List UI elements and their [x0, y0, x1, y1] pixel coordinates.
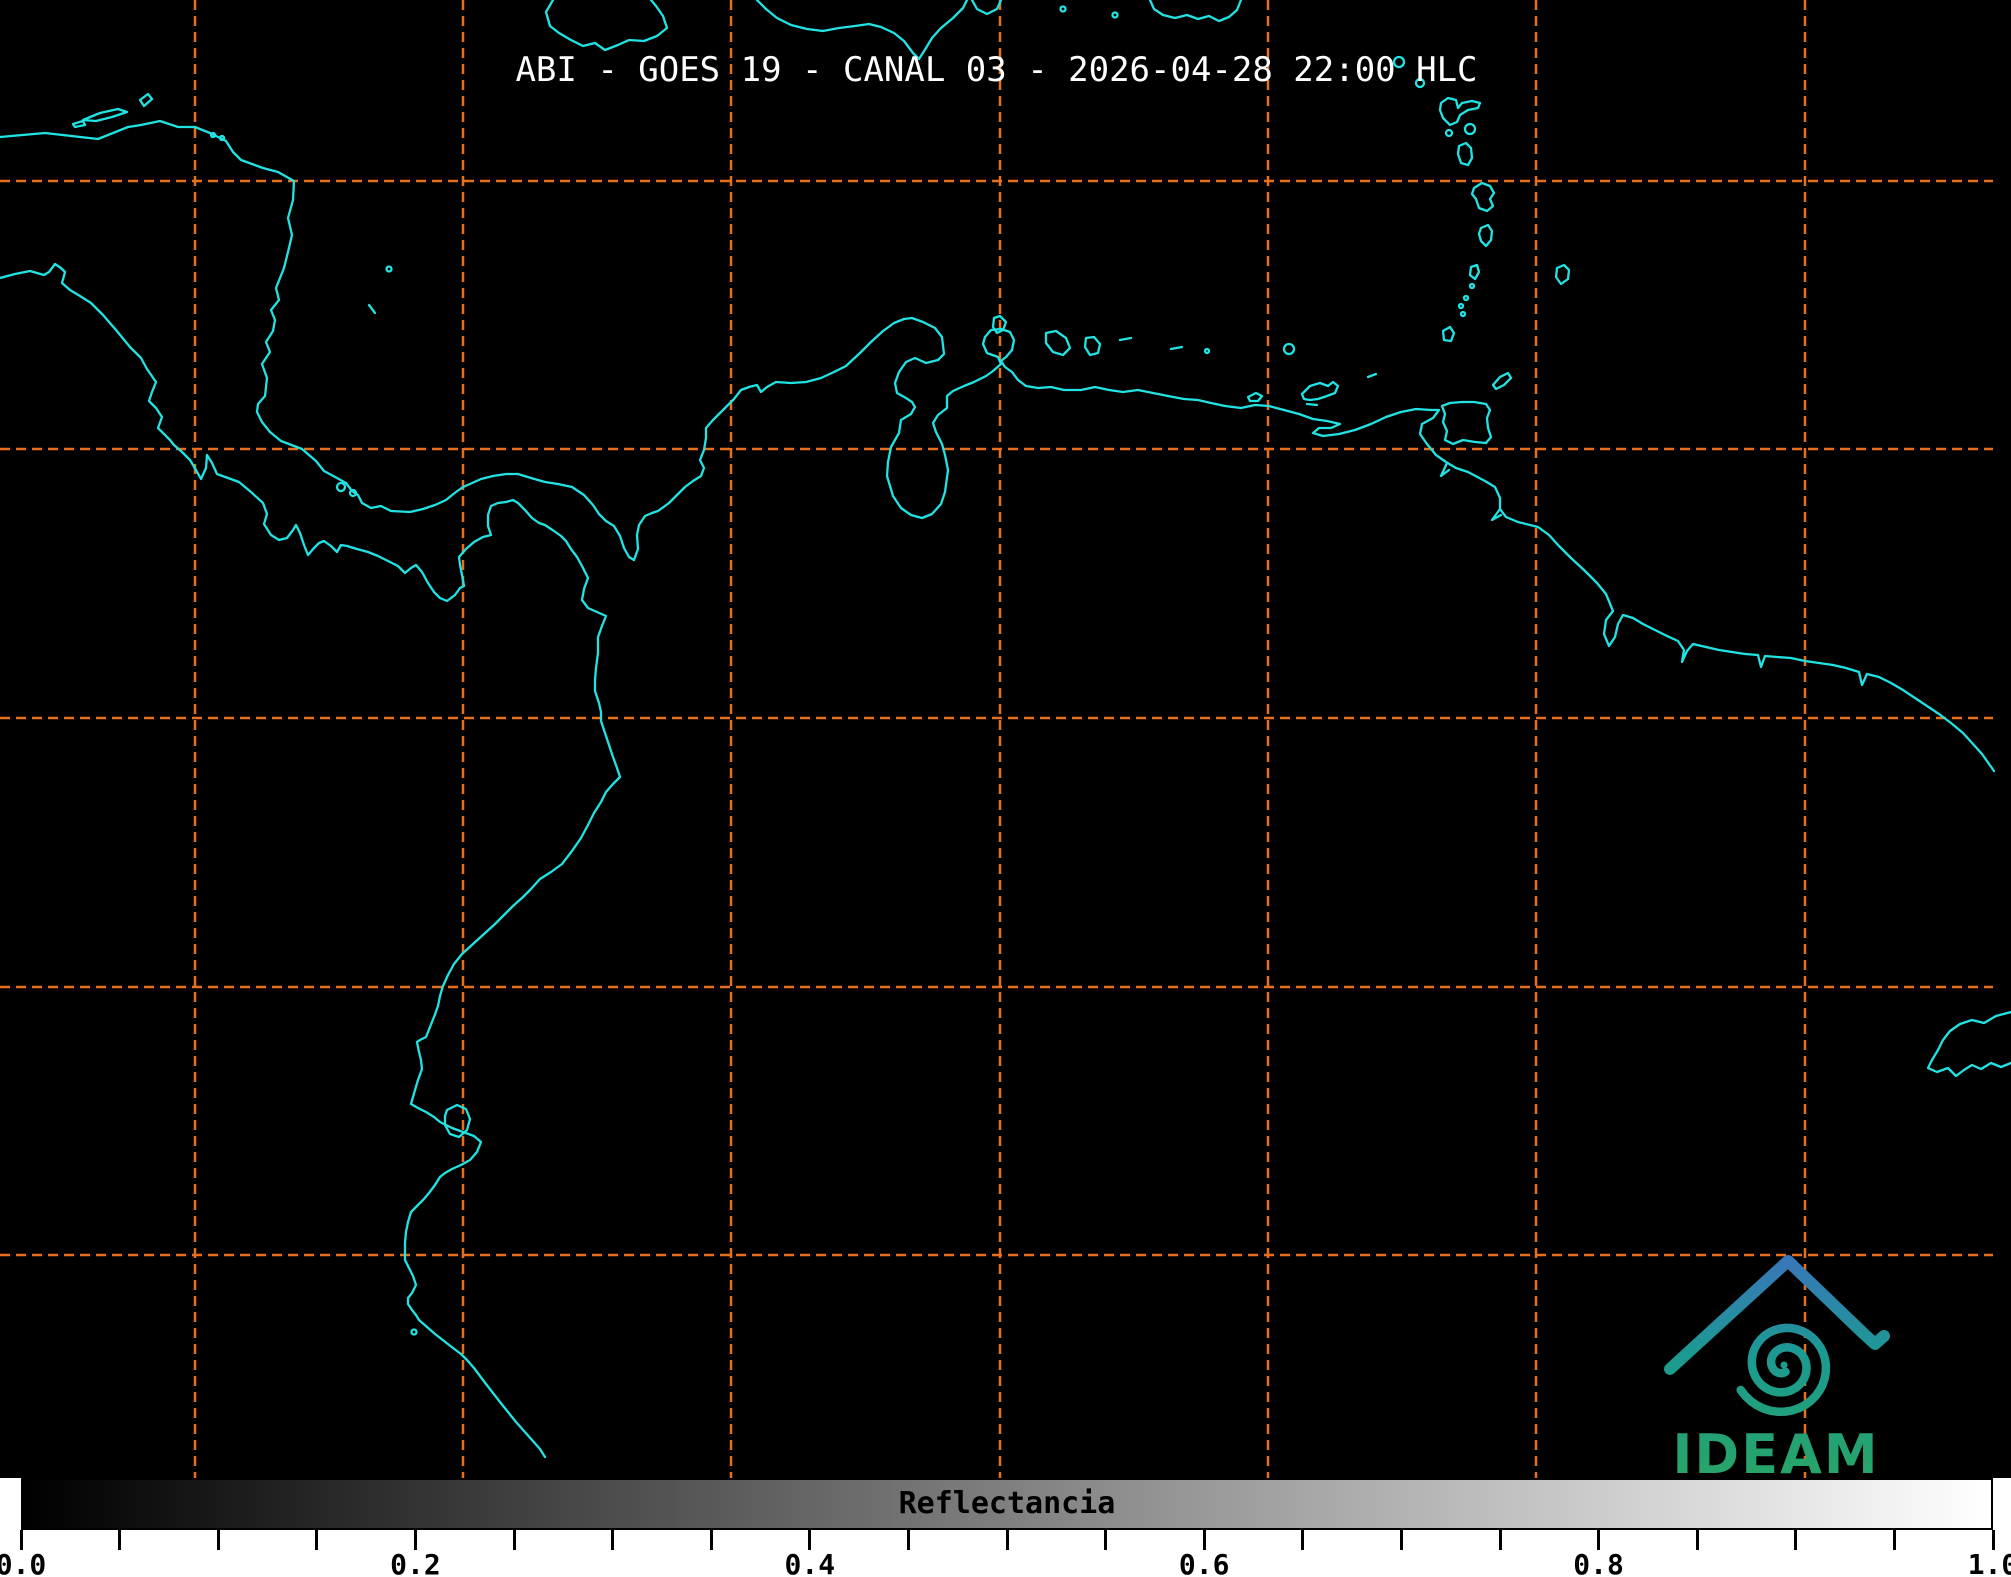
logo-spiral-eye — [1780, 1361, 1788, 1369]
colorbar-tick — [118, 1530, 122, 1550]
island-marie-galante — [1463, 122, 1477, 136]
colorbar-tick — [512, 1530, 516, 1550]
island-blanquilla — [1282, 342, 1296, 356]
island-trinidad — [1440, 400, 1493, 446]
logo-wordmark: IDEAM — [1672, 1423, 1879, 1486]
coastline-pacific — [0, 262, 622, 1459]
coastline-caribbean-mainland — [0, 119, 1996, 773]
coastline-layer — [0, 0, 2011, 1459]
colorbar-tick — [1301, 1530, 1305, 1550]
satellite-viewer: ABI - GOES 19 - CANAL 03 - 2026-04-28 22… — [0, 0, 2011, 1577]
colorbar-tick-label: 1.0 — [1967, 1548, 2011, 1577]
islet-vieques — [1111, 11, 1119, 19]
island-grenadine-4 — [1459, 310, 1467, 318]
island-jamaica — [544, 0, 669, 52]
coastline-orinoco-channels — [1439, 461, 1503, 522]
island-st-lucia — [1477, 223, 1494, 248]
islet-bocas-1 — [335, 481, 347, 493]
colorbar-tick — [315, 1530, 319, 1550]
amazon-river — [1926, 1010, 2011, 1078]
map-title: ABI - GOES 19 - CANAL 03 - 2026-04-28 22… — [515, 50, 1478, 90]
colorbar-tick — [1202, 1530, 1206, 1550]
island-grenadine-1 — [1468, 282, 1476, 290]
island-les-saintes — [1444, 128, 1454, 138]
colorbar-tick — [413, 1530, 417, 1550]
colorbar-tick-label: 0.6 — [1178, 1548, 1230, 1577]
colorbar-tick — [1104, 1530, 1108, 1550]
colorbar-tick-label: 0.0 — [0, 1548, 47, 1577]
islands-los-roques — [1118, 336, 1378, 379]
colorbar-tick — [906, 1530, 910, 1550]
island-barbados — [1554, 263, 1571, 286]
logo-spiral-icon — [1736, 1323, 1831, 1417]
colorbar-tick — [709, 1530, 713, 1550]
colorbar-tick — [611, 1530, 615, 1550]
island-puerto-rico — [1148, 0, 1243, 23]
colorbar-tick — [19, 1530, 23, 1550]
colorbar-tick — [216, 1530, 220, 1550]
island-la-tortuga — [1246, 391, 1264, 403]
colorbar-tick — [1399, 1530, 1403, 1550]
colorbar-gradient: Reflectancia — [21, 1478, 1993, 1530]
island-curacao — [1044, 329, 1072, 357]
colorbar-label: Reflectancia — [898, 1486, 1116, 1521]
colorbar-tick — [1005, 1530, 1009, 1550]
colorbar-tick — [1991, 1530, 1995, 1550]
colorbar-tick — [1597, 1530, 1601, 1550]
islet-lobos — [410, 1328, 418, 1336]
island-st-vincent — [1468, 263, 1481, 281]
island-grenadine-2 — [1462, 294, 1470, 302]
island-margarita — [1300, 380, 1340, 407]
islet-mona — [1059, 5, 1067, 13]
colorbar-tick — [1892, 1530, 1896, 1550]
islands-bay-honduras — [71, 92, 154, 129]
colorbar-tick-label: 0.4 — [784, 1548, 836, 1577]
colorbar-tick — [1794, 1530, 1798, 1550]
colorbar-tick — [808, 1530, 812, 1550]
island-providencia — [385, 265, 393, 273]
island-dominica — [1456, 141, 1474, 167]
ideam-logo: IDEAM — [1664, 1255, 1890, 1486]
colorbar-footer: Reflectancia 0.0 0.2 0.4 0.6 0.8 1.0 — [0, 1478, 2011, 1577]
island-bonaire — [1083, 335, 1102, 357]
island-san-andres — [367, 303, 377, 315]
island-guadeloupe — [1438, 96, 1482, 127]
island-tobago — [1491, 371, 1513, 391]
island-martinique — [1470, 181, 1496, 213]
colorbar-tick — [1498, 1530, 1502, 1550]
island-grenada — [1441, 325, 1456, 343]
island-grenadine-3 — [1457, 302, 1465, 310]
colorbar-tick-label: 0.8 — [1573, 1548, 1624, 1577]
colorbar-tick-label: 0.2 — [390, 1548, 441, 1577]
island-la-orchila — [1203, 347, 1211, 355]
colorbar-tick — [1695, 1530, 1699, 1550]
